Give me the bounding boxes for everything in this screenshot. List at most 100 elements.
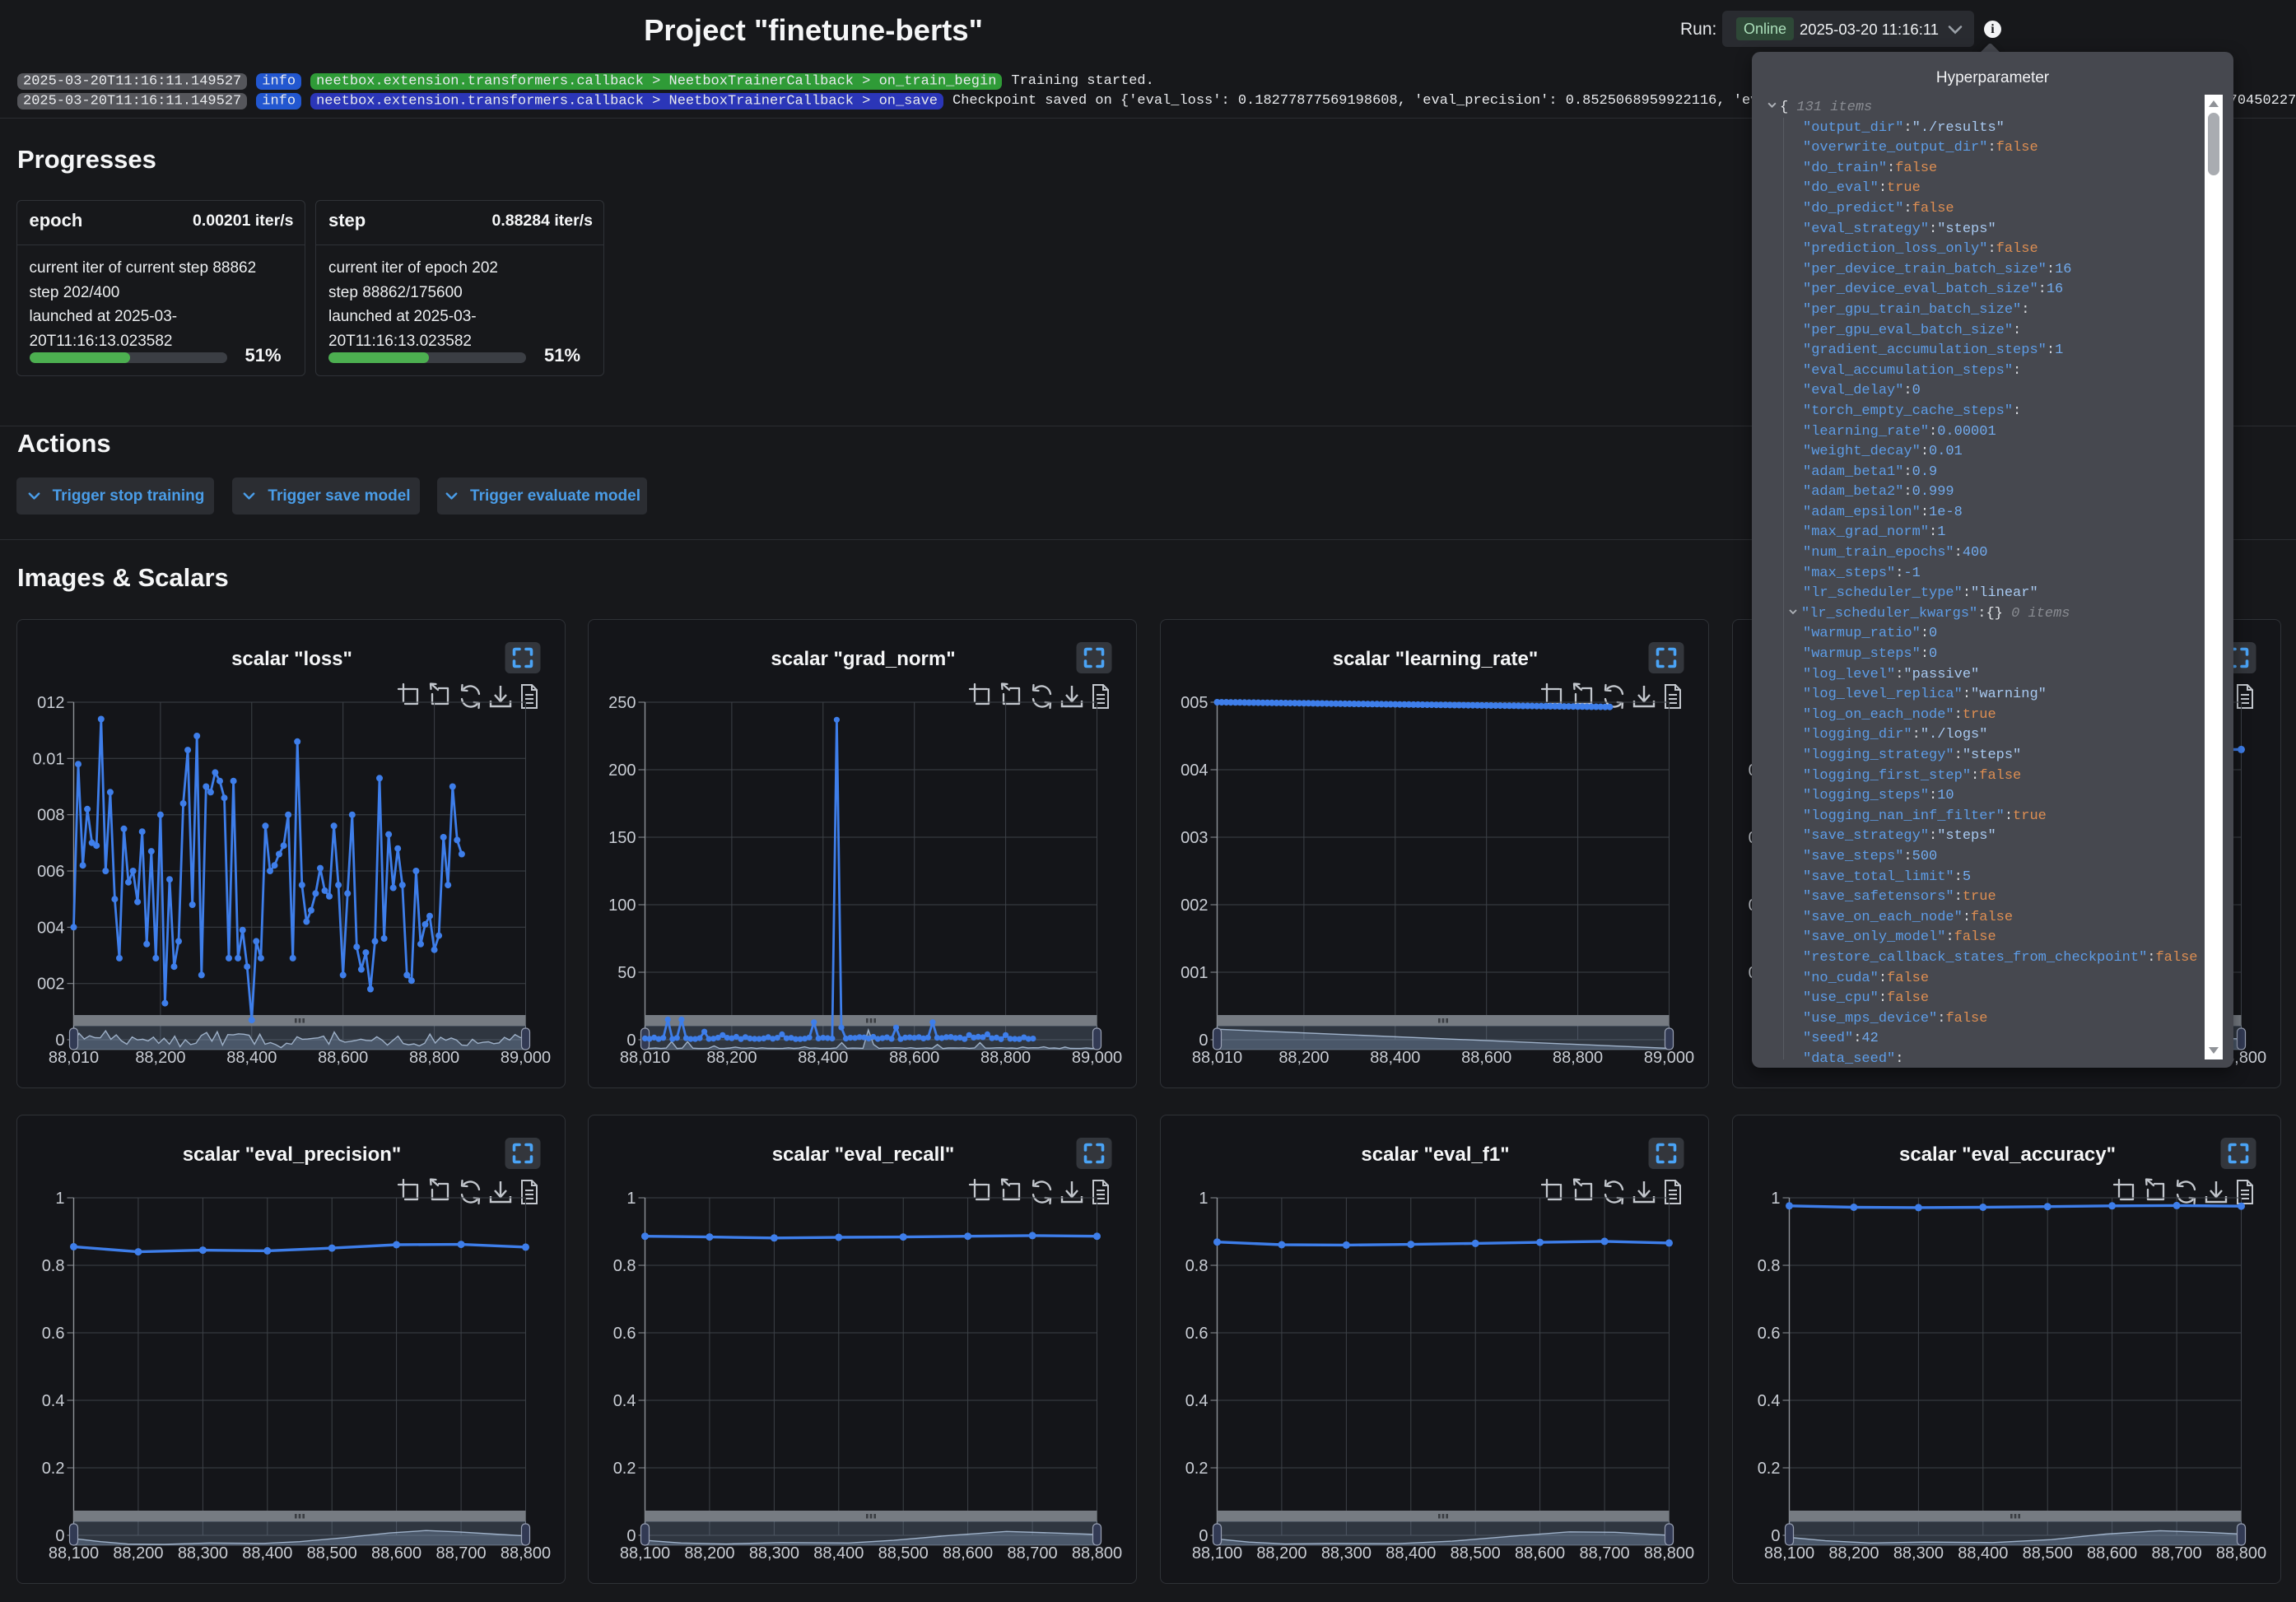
svg-text:89,000: 89,000	[1072, 1049, 1122, 1067]
svg-text:88,600: 88,600	[943, 1544, 993, 1562]
svg-text:002: 002	[1181, 896, 1208, 915]
svg-text:0: 0	[1199, 1032, 1208, 1050]
svg-text:89,000: 89,000	[1644, 1049, 1694, 1067]
svg-text:0.2: 0.2	[613, 1460, 636, 1478]
svg-text:scalar "eval_f1": scalar "eval_f1"	[1361, 1143, 1509, 1166]
svg-text:88,100: 88,100	[620, 1544, 670, 1562]
svg-text:0.6: 0.6	[41, 1325, 64, 1343]
svg-text:88,200: 88,200	[684, 1544, 734, 1562]
svg-text:0.4: 0.4	[613, 1392, 636, 1410]
svg-text:88,800: 88,800	[980, 1049, 1031, 1067]
svg-text:88,400: 88,400	[242, 1544, 292, 1562]
svg-text:scalar "learning_rate": scalar "learning_rate"	[1333, 648, 1539, 670]
svg-text:0.4: 0.4	[41, 1392, 64, 1410]
svg-text:88,800: 88,800	[409, 1049, 459, 1067]
svg-text:88,700: 88,700	[1580, 1544, 1630, 1562]
svg-text:88,800: 88,800	[2216, 1544, 2266, 1562]
svg-text:88,300: 88,300	[1321, 1544, 1372, 1562]
svg-text:0.2: 0.2	[1758, 1460, 1781, 1478]
svg-text:0.6: 0.6	[1185, 1325, 1209, 1343]
svg-text:88,400: 88,400	[1958, 1544, 2008, 1562]
svg-text:008: 008	[37, 807, 64, 825]
svg-text:88,800: 88,800	[500, 1544, 550, 1562]
svg-text:scalar "eval_recall": scalar "eval_recall"	[772, 1143, 955, 1166]
svg-text:005: 005	[1181, 694, 1208, 712]
svg-text:0.2: 0.2	[1185, 1460, 1209, 1478]
svg-text:88,400: 88,400	[1386, 1544, 1436, 1562]
svg-text:88,010: 88,010	[620, 1049, 670, 1067]
svg-text:003: 003	[1181, 829, 1208, 847]
svg-text:50: 50	[617, 964, 636, 982]
svg-text:012: 012	[37, 694, 64, 712]
svg-text:88,200: 88,200	[1256, 1544, 1306, 1562]
svg-text:88,600: 88,600	[1515, 1544, 1565, 1562]
svg-text:100: 100	[608, 896, 636, 915]
svg-text:88,800: 88,800	[1553, 1049, 1603, 1067]
svg-text:1: 1	[1771, 1190, 1780, 1208]
svg-text:88,800: 88,800	[1072, 1544, 1122, 1562]
svg-text:0.4: 0.4	[1185, 1392, 1209, 1410]
svg-text:0: 0	[1199, 1527, 1208, 1545]
svg-text:88,400: 88,400	[226, 1049, 277, 1067]
svg-text:0.6: 0.6	[613, 1325, 636, 1343]
svg-text:250: 250	[608, 694, 636, 712]
svg-text:89,000: 89,000	[500, 1049, 550, 1067]
svg-text:88,600: 88,600	[2087, 1544, 2137, 1562]
svg-text:0.8: 0.8	[1185, 1257, 1209, 1275]
svg-text:0.8: 0.8	[41, 1257, 64, 1275]
svg-text:88,300: 88,300	[177, 1544, 227, 1562]
svg-text:0.01: 0.01	[32, 750, 64, 768]
svg-text:scalar "eval_accuracy": scalar "eval_accuracy"	[1899, 1143, 2116, 1166]
svg-text:scalar "eval_precision": scalar "eval_precision"	[182, 1143, 401, 1166]
svg-text:88,200: 88,200	[1828, 1544, 1879, 1562]
svg-text:0: 0	[626, 1032, 636, 1050]
svg-text:001: 001	[1181, 964, 1208, 982]
svg-text:150: 150	[608, 829, 636, 847]
svg-text:1: 1	[1199, 1190, 1208, 1208]
svg-text:88,600: 88,600	[318, 1049, 368, 1067]
svg-text:006: 006	[37, 863, 64, 881]
svg-text:88,700: 88,700	[435, 1544, 486, 1562]
svg-text:0.2: 0.2	[41, 1460, 64, 1478]
svg-text:88,200: 88,200	[113, 1544, 163, 1562]
svg-text:88,100: 88,100	[1764, 1544, 1814, 1562]
svg-text:88,700: 88,700	[2152, 1544, 2202, 1562]
svg-text:88,100: 88,100	[1192, 1544, 1242, 1562]
svg-text:0: 0	[55, 1032, 64, 1050]
svg-text:200: 200	[608, 761, 636, 780]
svg-text:002: 002	[37, 976, 64, 994]
svg-text:88,010: 88,010	[1192, 1049, 1242, 1067]
svg-text:88,600: 88,600	[889, 1049, 939, 1067]
svg-text:88,400: 88,400	[798, 1049, 848, 1067]
svg-text:1: 1	[626, 1190, 636, 1208]
svg-text:88,500: 88,500	[1451, 1544, 1501, 1562]
svg-text:88,600: 88,600	[1461, 1049, 1511, 1067]
svg-text:88,100: 88,100	[48, 1544, 98, 1562]
svg-text:88,500: 88,500	[878, 1544, 929, 1562]
svg-text:0.8: 0.8	[1758, 1257, 1781, 1275]
svg-text:88,200: 88,200	[706, 1049, 757, 1067]
svg-text:88,800: 88,800	[1644, 1544, 1694, 1562]
svg-text:scalar "loss": scalar "loss"	[231, 648, 352, 670]
svg-text:88,500: 88,500	[306, 1544, 356, 1562]
svg-text:0: 0	[1771, 1527, 1780, 1545]
svg-text:88,010: 88,010	[48, 1049, 98, 1067]
svg-text:88,200: 88,200	[135, 1049, 185, 1067]
svg-text:88,300: 88,300	[749, 1544, 799, 1562]
svg-text:scalar "grad_norm": scalar "grad_norm"	[771, 648, 955, 670]
svg-text:88,400: 88,400	[1370, 1049, 1420, 1067]
svg-text:88,700: 88,700	[1008, 1544, 1058, 1562]
svg-text:88,300: 88,300	[1893, 1544, 1944, 1562]
svg-text:88,200: 88,200	[1278, 1049, 1329, 1067]
svg-text:88,400: 88,400	[813, 1544, 864, 1562]
svg-text:0: 0	[55, 1527, 64, 1545]
svg-text:004: 004	[1181, 761, 1208, 780]
svg-text:0.6: 0.6	[1758, 1325, 1781, 1343]
svg-text:0: 0	[626, 1527, 636, 1545]
svg-text:88,600: 88,600	[371, 1544, 421, 1562]
svg-text:0.8: 0.8	[613, 1257, 636, 1275]
svg-text:88,500: 88,500	[2023, 1544, 2073, 1562]
svg-text:1: 1	[55, 1190, 64, 1208]
svg-text:004: 004	[37, 919, 64, 937]
svg-text:0.4: 0.4	[1758, 1392, 1781, 1410]
